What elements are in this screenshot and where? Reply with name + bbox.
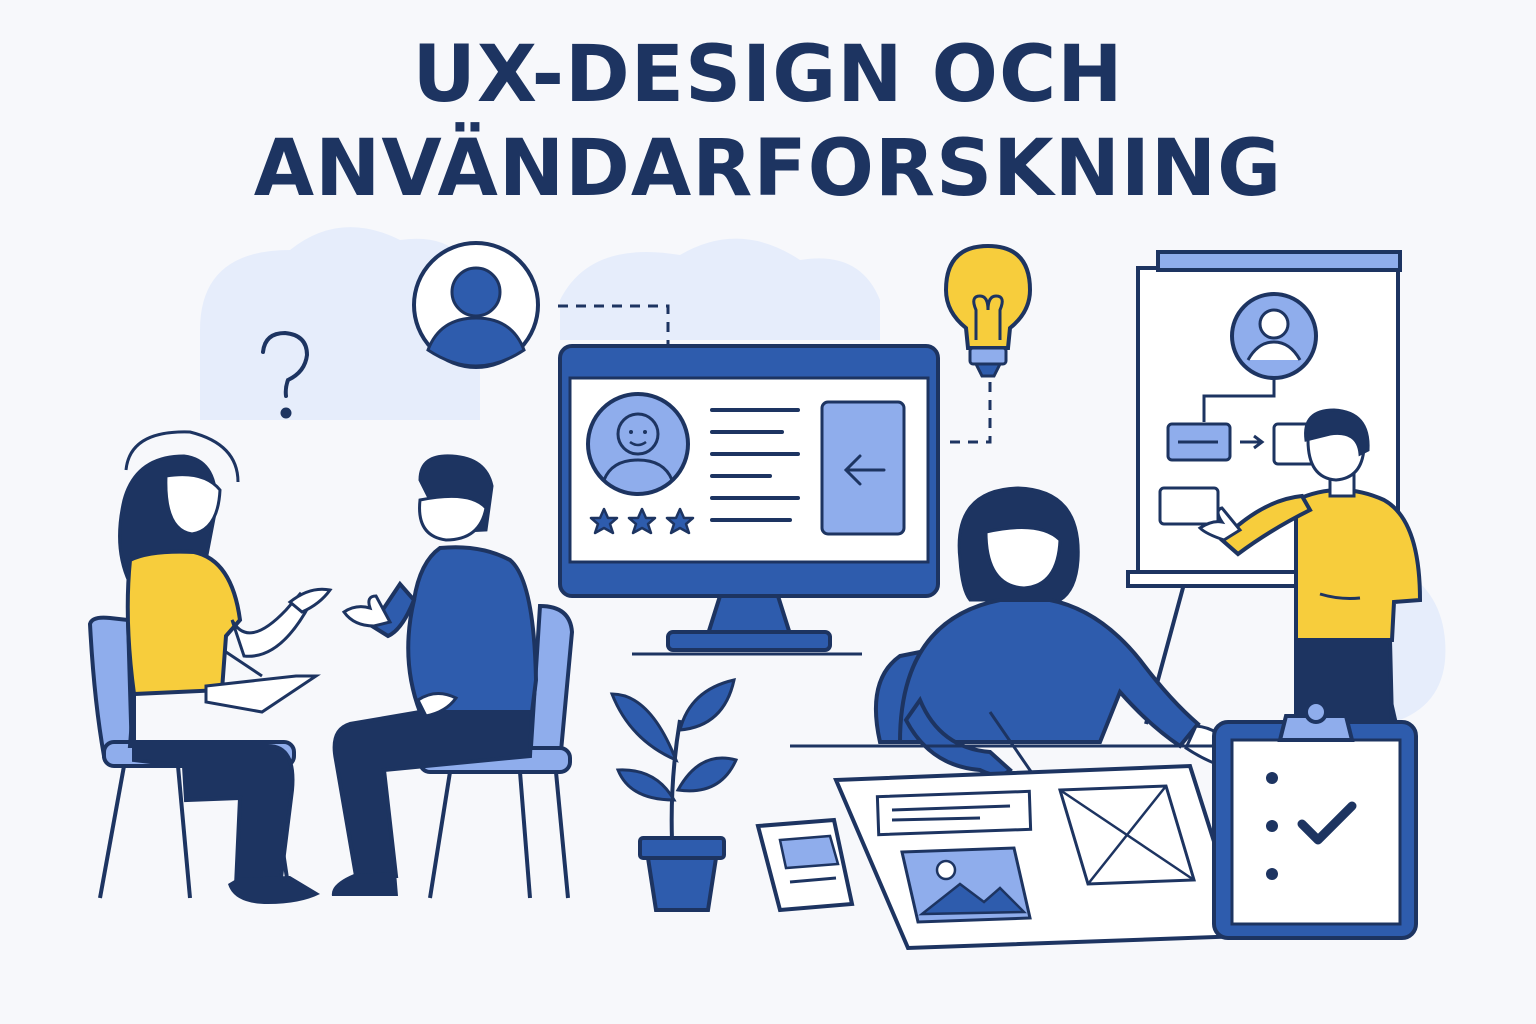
illustration bbox=[87, 227, 1446, 951]
side-panel bbox=[820, 400, 906, 536]
participant-man bbox=[331, 454, 539, 896]
user-avatar-icon bbox=[412, 241, 540, 369]
wireframe-sheet bbox=[833, 763, 1247, 951]
potted-plant-icon bbox=[609, 678, 739, 912]
clipboard-checklist-icon bbox=[1212, 700, 1418, 940]
smiley-profile-icon bbox=[586, 392, 690, 496]
interviewer-woman bbox=[118, 430, 333, 904]
small-card bbox=[755, 817, 855, 913]
lightbulb-icon bbox=[943, 243, 1033, 378]
star-rating bbox=[589, 507, 695, 535]
image-placeholder-icon bbox=[900, 846, 1032, 924]
dashed-connector-bulb bbox=[944, 382, 992, 444]
monitor-icon bbox=[558, 344, 940, 656]
